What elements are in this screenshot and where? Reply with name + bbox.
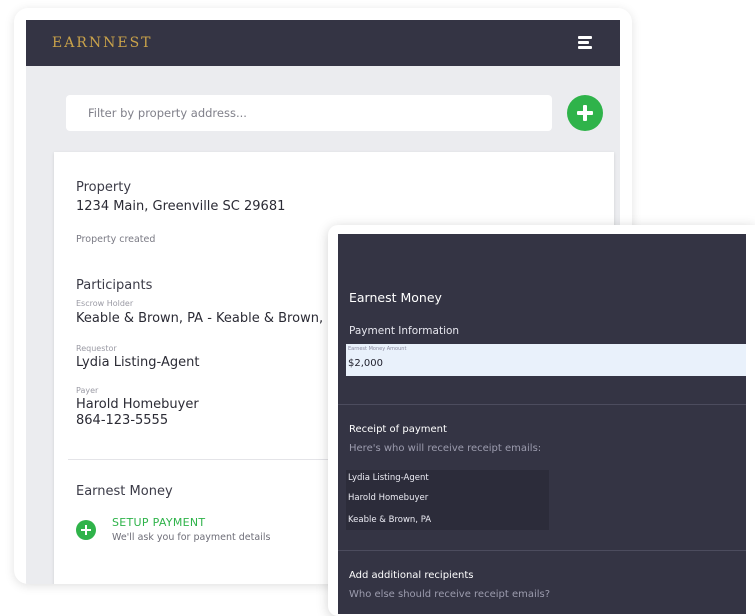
participants-heading: Participants	[76, 278, 153, 293]
amount-value[interactable]: $2,000	[348, 358, 383, 369]
escrow-holder-label: Escrow Holder	[76, 299, 134, 308]
earnest-money-heading: Earnest Money	[76, 484, 173, 499]
panel-divider	[338, 404, 746, 405]
amount-field[interactable]: Earnest Money Amount $2,000	[346, 344, 746, 376]
requestor-label: Requestor	[76, 344, 117, 353]
payer-phone: 864-123-5555	[76, 413, 169, 428]
recipient-item: Harold Homebuyer	[348, 493, 429, 503]
brand-logo[interactable]: EARNNEST	[52, 35, 153, 51]
property-address: 1234 Main, Greenville SC 29681	[76, 199, 286, 214]
payment-information-heading: Payment Information	[349, 325, 460, 337]
recipient-item: Keable & Brown, PA	[348, 515, 432, 525]
escrow-holder-value: Keable & Brown, PA - Keable & Brown, PA	[76, 311, 344, 326]
additional-recipients-heading: Add additional recipients	[349, 570, 474, 581]
setup-payment-hint: We'll ask you for payment details	[112, 532, 271, 543]
filter-property-input[interactable]	[66, 95, 552, 131]
additional-recipients-subtitle: Who else should receive receipt emails?	[349, 589, 551, 600]
receipt-subtitle: Here's who will receive receipt emails:	[349, 443, 542, 454]
earnest-money-panel: Earnest Money Payment Information Earnes…	[338, 234, 746, 614]
hamburger-icon[interactable]	[578, 36, 592, 49]
plus-circle-icon[interactable]	[76, 520, 96, 540]
amount-label: Earnest Money Amount	[348, 346, 407, 352]
panel-divider	[338, 550, 746, 551]
recipient-item: Lydia Listing-Agent	[348, 473, 429, 483]
earnest-money-card: Earnest Money Payment Information Earnes…	[328, 225, 755, 616]
property-status: Property created	[76, 234, 156, 245]
payer-name: Harold Homebuyer	[76, 397, 199, 412]
top-bar: EARNNEST	[26, 20, 620, 66]
setup-payment-link[interactable]: SETUP PAYMENT	[112, 516, 205, 529]
property-heading: Property	[76, 180, 132, 195]
panel-title: Earnest Money	[349, 290, 442, 305]
payer-label: Payer	[76, 386, 99, 395]
add-property-button[interactable]	[567, 95, 603, 131]
receipt-heading: Receipt of payment	[349, 424, 447, 435]
requestor-value: Lydia Listing-Agent	[76, 355, 200, 370]
recipients-list: Lydia Listing-Agent Harold Homebuyer Kea…	[346, 470, 549, 530]
